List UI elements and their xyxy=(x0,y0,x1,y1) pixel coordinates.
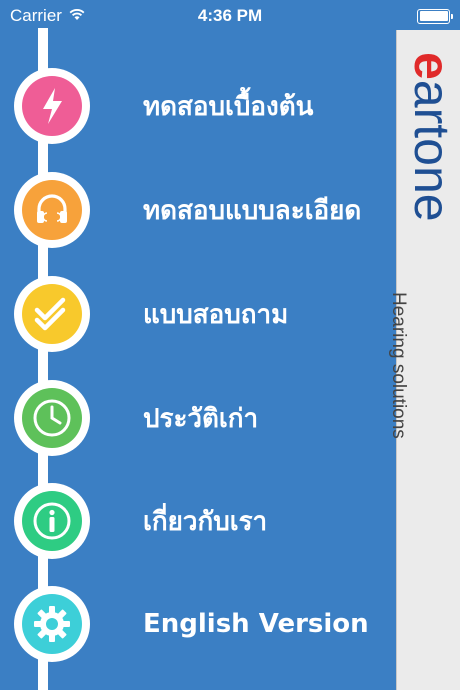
menu-icon-ring xyxy=(14,483,90,559)
menu-label: เกี่ยวกับเรา xyxy=(143,506,268,537)
menu-icon-ring xyxy=(14,276,90,352)
brand-logo-e: e xyxy=(404,52,460,80)
menu-item-basic-test[interactable]: ทดสอบเบื้องต้น xyxy=(14,66,394,146)
menu-item-detailed-test[interactable]: ทดสอบแบบละเอียด xyxy=(14,170,394,250)
menu-label: แบบสอบถาม xyxy=(143,299,289,330)
status-left: Carrier xyxy=(10,6,86,26)
clock-icon xyxy=(22,388,82,448)
carrier-label: Carrier xyxy=(10,6,62,25)
checkmarks-icon xyxy=(22,284,82,344)
menu-label: ประวัติเก่า xyxy=(143,403,259,434)
menu-label: English Version xyxy=(143,609,369,639)
lightning-icon xyxy=(22,76,82,136)
brand-rotated-group: eartone Hearing solutions xyxy=(388,52,460,492)
headphones-icon xyxy=(22,180,82,240)
brand-tagline: Hearing solutions xyxy=(388,292,409,439)
menu-icon-ring xyxy=(14,380,90,456)
status-bar: Carrier 4:36 PM xyxy=(0,0,460,32)
brand-logo-rest: artone xyxy=(404,79,460,222)
wifi-icon xyxy=(68,6,86,26)
gear-icon xyxy=(22,594,82,654)
menu-item-about-us[interactable]: เกี่ยวกับเรา xyxy=(14,481,394,561)
info-icon xyxy=(22,491,82,551)
battery-icon xyxy=(417,8,453,24)
menu-icon-ring xyxy=(14,172,90,248)
menu-label: ทดสอบเบื้องต้น xyxy=(143,91,314,122)
menu-item-history[interactable]: ประวัติเก่า xyxy=(14,378,394,458)
menu-item-questionnaire[interactable]: แบบสอบถาม xyxy=(14,274,394,354)
menu-item-english-version[interactable]: English Version xyxy=(14,584,394,664)
menu-icon-ring xyxy=(14,586,90,662)
menu-label: ทดสอบแบบละเอียด xyxy=(143,195,362,226)
brand-panel: eartone Hearing solutions xyxy=(388,30,460,690)
brand-logo: eartone xyxy=(404,52,460,492)
menu-icon-ring xyxy=(14,68,90,144)
